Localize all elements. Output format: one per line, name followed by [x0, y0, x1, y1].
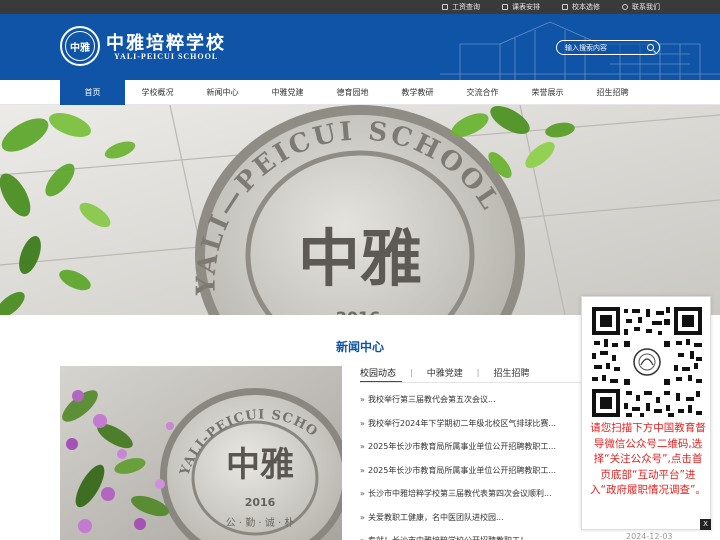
tab-campus-news[interactable]: 校园动态 [360, 366, 396, 379]
nav-item-moral-education[interactable]: 德育园地 [320, 80, 385, 105]
tab-recruitment[interactable]: 招生招聘 [493, 366, 529, 379]
news-section-title: 新闻中心 [335, 340, 384, 354]
school-logo-seal[interactable]: 中雅 [60, 26, 100, 66]
page: 工资查询 课表安排 校本选修 联系我们 中雅 中雅培粹学校 YALI-PEICU… [0, 0, 720, 540]
clipboard-icon [562, 4, 568, 10]
top-link-label: 校本选修 [572, 3, 600, 11]
top-link-electives[interactable]: 校本选修 [562, 0, 600, 14]
phone-icon [622, 4, 628, 10]
logo-seal-text: 中雅 [65, 31, 95, 61]
nav-item-news[interactable]: 新闻中心 [190, 80, 255, 105]
nav-item-teaching[interactable]: 教学教研 [385, 80, 450, 105]
site-header: 中雅 中雅培粹学校 YALI-PEICUI SCHOOL [0, 14, 720, 80]
nav-item-recruitment[interactable]: 招生招聘 [580, 80, 645, 105]
close-button[interactable]: X [700, 519, 711, 530]
top-link-label: 工资查询 [452, 3, 480, 11]
top-utility-bar: 工资查询 课表安排 校本选修 联系我们 [0, 0, 720, 14]
nav-item-party[interactable]: 中雅党建 [255, 80, 320, 105]
hero-banner[interactable]: YALI—PEICUI SCHOOL 中雅 2016 [0, 105, 720, 315]
search-icon[interactable] [647, 44, 654, 51]
active-tab-indicator [360, 381, 402, 382]
tab-separator: | [476, 367, 480, 377]
nav-item-home[interactable]: 首页 [60, 80, 125, 105]
nav-item-exchange[interactable]: 交流合作 [450, 80, 515, 105]
news-list-item[interactable]: 关爱教职工健康，名中医团队进校园... [360, 506, 590, 530]
top-link-label: 课表安排 [512, 3, 540, 11]
main-nav: 首页 学校概况 新闻中心 中雅党建 德育园地 教学教研 交流合作 荣誉展示 招生… [0, 80, 720, 105]
banner-emblem-text: 中雅 [298, 222, 422, 295]
news-tabs: 校园动态 | 中雅党建 | 招生招聘 [360, 364, 529, 380]
news-photo-image: YALI-PEICUI SCHOOL 中雅 2016 公 · 勤 · 诚 · 朴 [60, 366, 342, 540]
tab-party-building[interactable]: 中雅党建 [427, 366, 463, 379]
document-icon [442, 4, 448, 10]
search-box [556, 40, 660, 55]
news-list-item[interactable]: 我校举行2024年下学期初二年级北校区气排球比赛... [360, 412, 590, 436]
banner-image: YALI—PEICUI SCHOOL 中雅 2016 [0, 105, 720, 315]
news-list-item[interactable]: 专就！长沙市中雅培粹学校公开招聘教职工！ [360, 529, 590, 540]
qr-notice-text: 请您扫描下方中国教育督导微信公众号二维码,选择“关注公众号”,点击首页底部“互动… [590, 422, 706, 496]
news-list-item[interactable]: 我校举行第三届教代会第五次会议... [360, 388, 590, 412]
top-link-salary[interactable]: 工资查询 [442, 0, 480, 14]
news-list-item[interactable]: 2025年长沙市教育局所属事业单位公开招聘教职工... [360, 459, 590, 483]
photo-year: 2016 [245, 496, 276, 509]
news-featured-photo[interactable]: YALI-PEICUI SCHOOL 中雅 2016 公 · 勤 · 诚 · 朴 [60, 366, 342, 540]
news-list-item[interactable]: 长沙市中雅培粹学校第三届教代表第四次会议顺利... [360, 482, 590, 506]
nav-item-overview[interactable]: 学校概况 [125, 80, 190, 105]
top-link-label: 联系我们 [632, 3, 660, 11]
banner-year: 2016 [336, 308, 381, 315]
qr-notice-panel: 请您扫描下方中国教育督导微信公众号二维码,选择“关注公众号”,点击首页底部“互动… [581, 296, 711, 530]
top-link-timetable[interactable]: 课表安排 [502, 0, 540, 14]
photo-motto: 公 · 勤 · 诚 · 朴 [226, 516, 295, 529]
news-list-item[interactable]: 2025年长沙市教育局所属事业单位公开招聘教职工... [360, 435, 590, 459]
search-input[interactable] [565, 42, 645, 53]
nav-item-honors[interactable]: 荣誉展示 [515, 80, 580, 105]
top-link-contact[interactable]: 联系我们 [622, 0, 660, 14]
tab-separator: | [410, 367, 413, 377]
qr-code[interactable] [590, 305, 704, 419]
top-links: 工资查询 课表安排 校本选修 联系我们 [442, 0, 660, 14]
school-name-en: YALI-PEICUI SCHOOL [114, 52, 219, 61]
calendar-icon [502, 4, 508, 10]
photo-emblem-text: 中雅 [226, 445, 294, 485]
tabs-divider [360, 382, 590, 383]
news-list: 我校举行第三届教代会第五次会议... 我校举行2024年下学期初二年级北校区气排… [360, 388, 590, 540]
news-item-date: 2024-12-03 [626, 532, 673, 540]
